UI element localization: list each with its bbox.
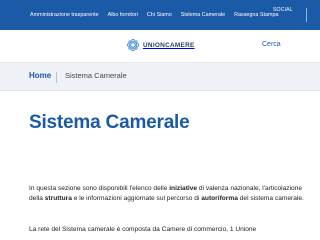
breadcrumb-separator — [56, 72, 57, 83]
top-nav-link-albo-fornitori[interactable]: Albo fornitori — [108, 12, 138, 19]
network-paragraph: La rete del Sistema camerale è composta … — [29, 226, 257, 233]
top-nav-link-sistema-camerale[interactable]: Sistema Camerale — [181, 12, 225, 19]
search-link[interactable]: Cerca — [262, 41, 281, 48]
intro-text-4: del sistema camerale. — [237, 195, 304, 203]
intro-link-autoriforma: autoriforma — [201, 195, 238, 203]
divider — [306, 8, 307, 22]
intro-link-struttura: struttura — [44, 195, 72, 203]
site-header: UNIONCAMERE Cerca — [0, 30, 320, 63]
intro-text-1: In questa sezione sono disponibili l'ele… — [29, 185, 170, 192]
breadcrumb-current: Sistema Camerale — [65, 71, 127, 80]
top-nav-link-amministrazione-trasparente[interactable]: Amministrazione trasparente — [30, 12, 99, 19]
top-nav-link-rassegna-stampa[interactable]: Rassegna Stampa — [234, 12, 278, 19]
intro-paragraph: In questa sezione sono disponibili l'ele… — [29, 184, 314, 205]
intro-text-3: e le informazioni aggiornate sul percors… — [71, 195, 202, 203]
unioncamere-logo[interactable]: UNIONCAMERE — [126, 38, 195, 52]
unioncamere-logo-icon — [126, 38, 140, 52]
logo-text: UNIONCAMERE — [143, 41, 195, 49]
top-bar: Amministrazione trasparente Albo fornito… — [0, 0, 320, 30]
breadcrumb: Home Sistema Camerale — [0, 63, 320, 91]
top-nav-link-chi-siamo[interactable]: Chi Siamo — [147, 12, 172, 19]
page-title: Sistema Camerale — [29, 112, 190, 133]
intro-link-iniziative: iniziative — [169, 185, 198, 192]
top-nav: Amministrazione trasparente Albo fornito… — [30, 12, 278, 19]
breadcrumb-home-link[interactable]: Home — [29, 71, 51, 80]
social-menu[interactable]: SOCIAL — [273, 7, 293, 13]
